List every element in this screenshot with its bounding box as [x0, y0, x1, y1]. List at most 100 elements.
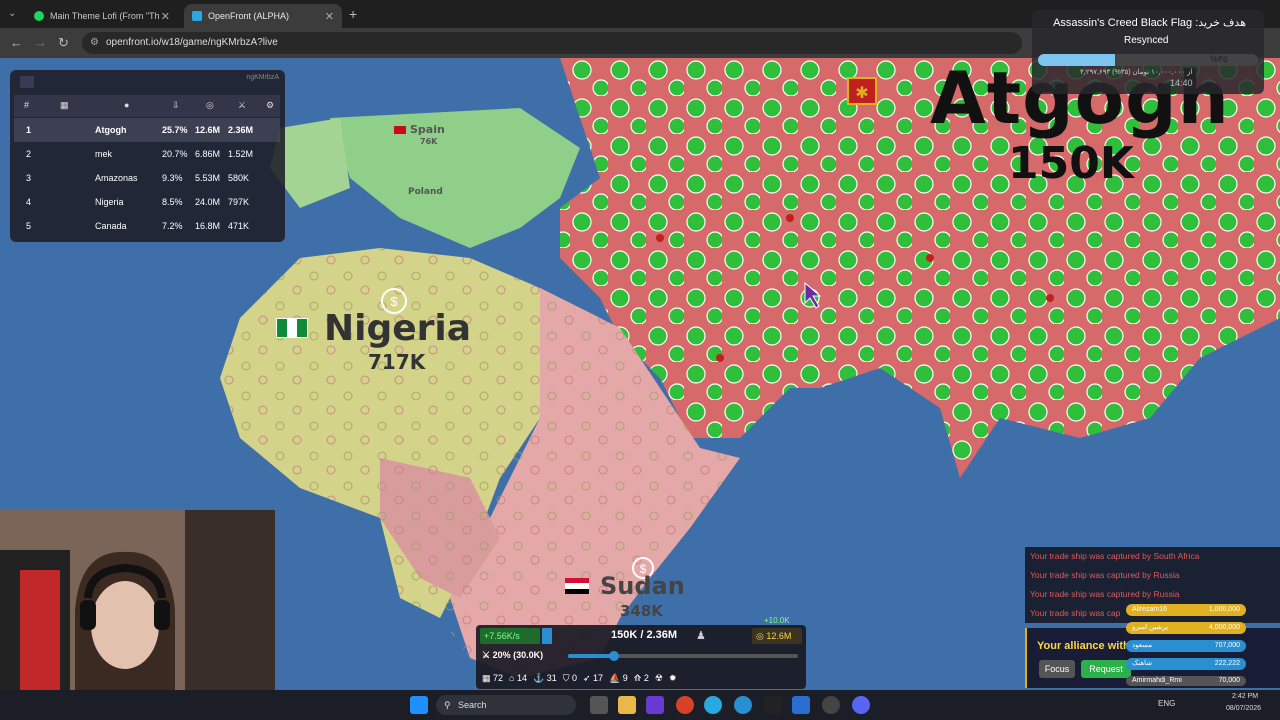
leaderboard-row[interactable]: 3 Amazonas 9.3% 5.53M 580K — [14, 166, 280, 190]
buildings-icon[interactable]: ▦ — [60, 100, 69, 111]
warship-icon[interactable]: ⛵ 9 — [609, 673, 628, 684]
leaderboard-header: # ▦ ● ⇩ ◎ ⚔ ⚙ — [14, 95, 280, 117]
player-name: Amazonas — [95, 173, 138, 183]
player-troops-label: 150K — [1008, 138, 1134, 189]
land-sort-icon[interactable]: ⇩ — [172, 100, 180, 111]
nuke-icon[interactable]: ☢ — [655, 673, 663, 684]
nigeria-troops: 717K — [368, 350, 426, 374]
taskbar-time[interactable]: 2:42 PM — [1232, 693, 1258, 700]
attack-ratio-label: ⚔ 20% (30.0K) — [482, 650, 543, 661]
hydrogen-bomb-icon[interactable]: ✹ — [669, 673, 677, 684]
windows-taskbar: ⚲ Search ENG 2:42 PM 08/07/2026 — [0, 690, 1280, 720]
leaderboard-row[interactable]: 2 mek 20.7% 6.86M 1.52M — [14, 142, 280, 166]
gold-value: 24.0M — [195, 197, 221, 207]
rank: 2 — [26, 149, 32, 159]
game-id: ngKMrbzA — [246, 74, 279, 81]
troops-icon: ♟ — [696, 630, 706, 642]
land-share: 7.2% — [162, 221, 183, 231]
tab-title: Main Theme Lofi (From "Th — [50, 11, 160, 21]
leaderboard-toggle-icon[interactable] — [20, 76, 34, 88]
chrome-icon[interactable] — [676, 696, 694, 714]
donor-name: مسعود — [1132, 642, 1153, 649]
donation-amount: 222,222 — [1214, 660, 1240, 667]
resync-status: Resynced — [1124, 35, 1169, 46]
factory-icon[interactable]: ⌂ 14 — [509, 673, 527, 683]
leaderboard-row[interactable]: 5 Canada 7.2% 16.8M 471K — [14, 214, 280, 238]
url-bar[interactable]: ⚙ openfront.io/w18/game/ngKMrbzA?live — [82, 32, 1022, 54]
player-name: Atgogh — [95, 125, 127, 135]
file-explorer-icon[interactable] — [618, 696, 636, 714]
app-icon[interactable] — [764, 696, 782, 714]
city-icon[interactable]: ▦ 72 — [482, 673, 503, 684]
player-name: Nigeria — [95, 197, 124, 207]
tab-openfront[interactable]: OpenFront (ALPHA) ✕ — [184, 4, 342, 28]
rank-header: # — [24, 100, 30, 110]
control-panel: +7.56K/s 150K / 2.36M ♟ ◎ 12.6M +10.0K ⚔… — [476, 616, 806, 689]
tab-list-icon[interactable]: ⌄ — [8, 8, 16, 19]
forward-icon[interactable]: → — [34, 35, 47, 50]
language-indicator[interactable]: ENG — [1158, 699, 1175, 708]
rank: 5 — [26, 221, 32, 231]
sword-icon: ⚔ — [482, 650, 491, 660]
back-icon[interactable]: ← — [10, 35, 23, 50]
taskbar-date[interactable]: 08/07/2026 — [1226, 705, 1261, 712]
obs-icon[interactable] — [822, 696, 840, 714]
poland-label[interactable]: Poland — [408, 187, 443, 197]
new-tab-icon[interactable]: + — [349, 6, 357, 22]
tab-title: OpenFront (ALPHA) — [208, 11, 290, 21]
photoshop-icon[interactable] — [646, 696, 664, 714]
troops-value: 797K — [228, 197, 250, 207]
defense-icon[interactable]: ⛉ 0 — [563, 673, 577, 684]
donation-amount: 1,000,000 — [1208, 606, 1240, 613]
attack-ratio-slider[interactable] — [568, 651, 798, 661]
site-info-icon[interactable]: ⚙ — [90, 32, 99, 54]
close-icon[interactable]: ✕ — [161, 10, 170, 23]
gold-value: 5.53M — [195, 173, 221, 183]
start-icon[interactable] — [410, 696, 428, 714]
request-button[interactable]: Request — [1081, 660, 1131, 678]
overlay-clock: 14:40 — [1170, 78, 1193, 88]
donation-pill: شاهنک 222,222 — [1126, 658, 1246, 670]
gold-value: 12.6M — [195, 125, 221, 135]
close-icon[interactable]: ✕ — [325, 10, 334, 23]
openfront-icon — [192, 11, 202, 21]
search-icon: ⚲ — [444, 700, 451, 710]
port-icon[interactable]: ⚓ 31 — [533, 673, 557, 684]
leaderboard-row[interactable]: 4 Nigeria 8.5% 24.0M 797K — [14, 190, 280, 214]
player-icon[interactable]: ● — [124, 100, 129, 110]
attack-ratio-text: 20% (30.0K) — [492, 650, 544, 660]
sam-icon[interactable]: ⟰ 2 — [634, 673, 649, 684]
tab-music[interactable]: Main Theme Lofi (From "Th ✕ — [26, 4, 178, 28]
donor-name: شاهنک — [1132, 660, 1153, 667]
gold-value: 16.8M — [195, 221, 221, 231]
troops-value: 2.36M — [228, 125, 254, 135]
discord-icon[interactable] — [852, 696, 870, 714]
nigeria-label[interactable]: Nigeria — [324, 308, 471, 349]
focus-button[interactable]: Focus — [1039, 660, 1075, 678]
leaderboard-row[interactable]: 1 Atgogh 25.7% 12.6M 2.36M — [14, 118, 280, 142]
edge-icon[interactable] — [734, 696, 752, 714]
donation-amount: 70,000 — [1218, 677, 1240, 684]
troops-value: 1.52M — [228, 149, 254, 159]
webcam-feed — [0, 510, 275, 720]
rank: 1 — [26, 125, 32, 135]
taskbar-search[interactable]: ⚲ Search — [436, 695, 576, 715]
task-view-icon[interactable] — [590, 696, 608, 714]
telegram-icon[interactable] — [704, 696, 722, 714]
reload-icon[interactable]: ↻ — [58, 35, 69, 51]
settings-icon[interactable]: ⚙ — [266, 100, 274, 111]
troops-icon[interactable]: ⚔ — [238, 100, 246, 111]
gold-icon[interactable]: ◎ — [206, 100, 214, 111]
spain-label[interactable]: Spain — [410, 123, 445, 136]
sudan-label[interactable]: Sudan — [600, 572, 685, 600]
svg-text:✱: ✱ — [855, 85, 868, 102]
vscode-icon[interactable] — [792, 696, 810, 714]
donation-amount: 707,000 — [1214, 642, 1240, 649]
rank: 3 — [26, 173, 32, 183]
url-text: openfront.io/w18/game/ngKMrbzA?live — [106, 37, 278, 48]
gold-delta: +10.0K — [764, 616, 790, 625]
building-bar: ▦ 72 ⌂ 14 ⚓ 31 ⛉ 0 ➶ 17 ⛵ 9 ⟰ 2 ☢ ✹ — [482, 669, 800, 687]
player-name: mek — [95, 149, 113, 159]
donation-amount: 4,000,000 — [1208, 624, 1240, 631]
missile-icon[interactable]: ➶ 17 — [583, 673, 603, 684]
